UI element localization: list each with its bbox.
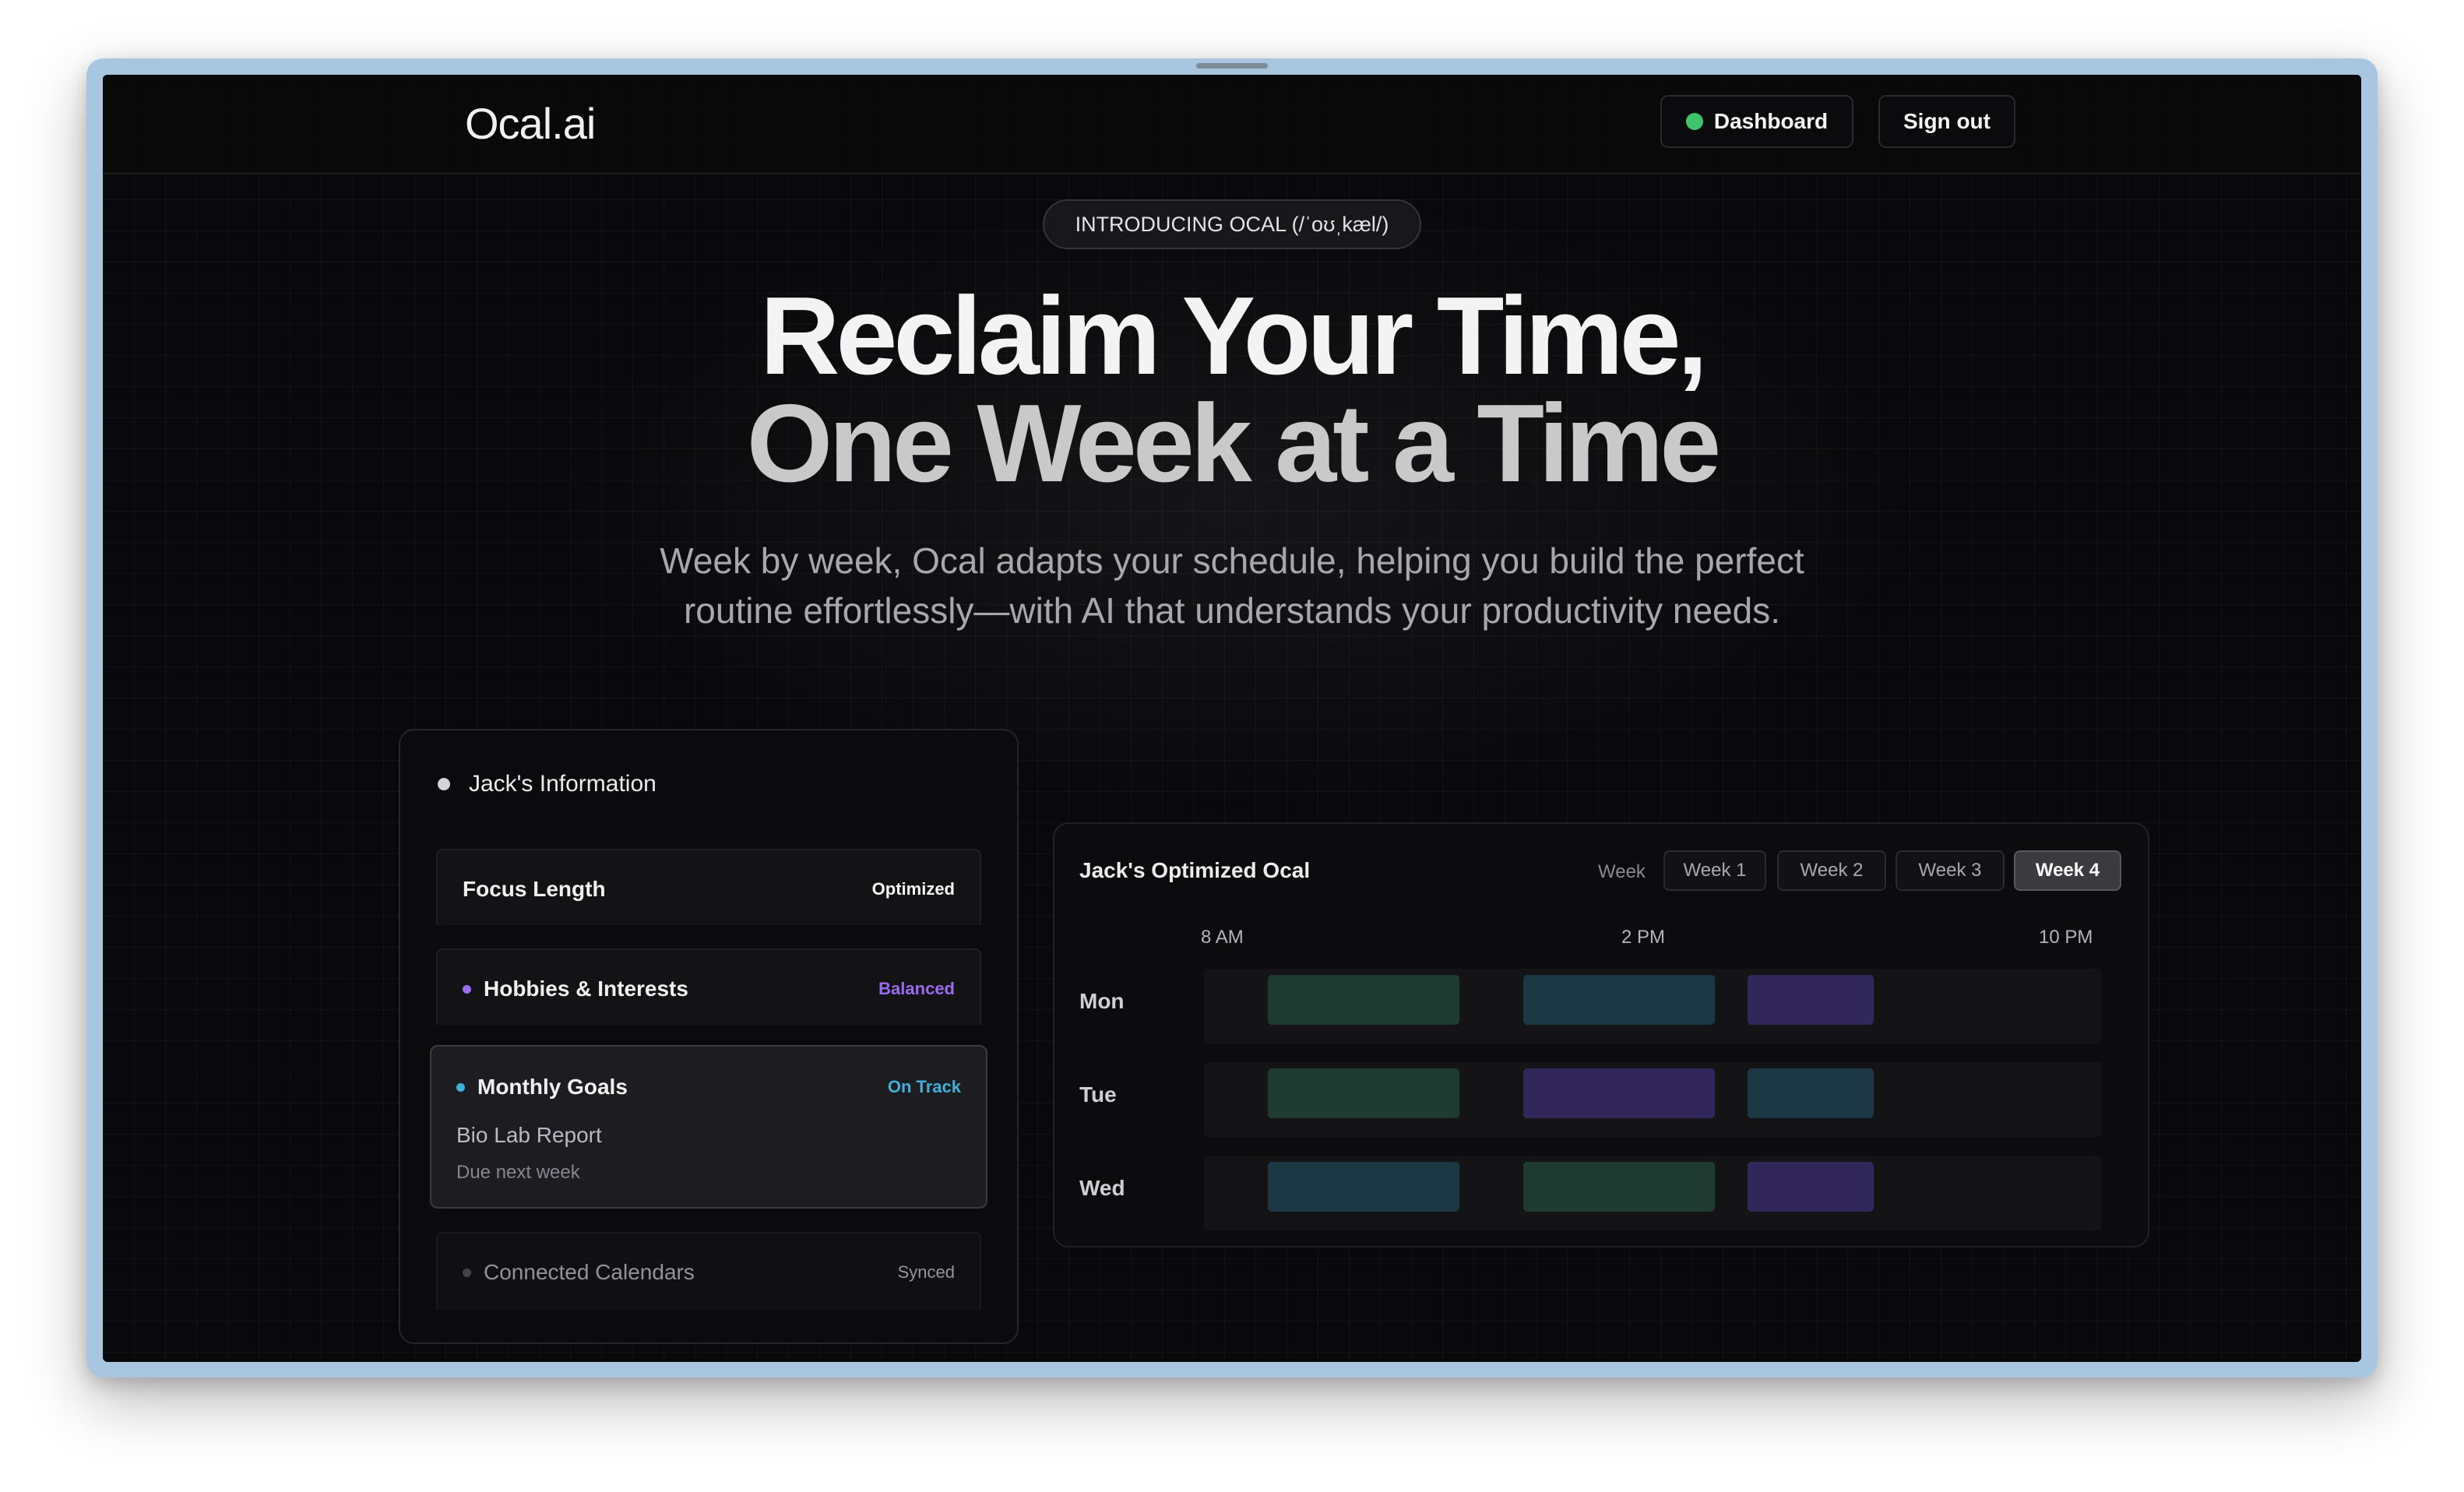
day-row-mon [1204, 969, 2101, 1043]
intro-pill: INTRODUCING OCAL (/ˈoʊˌkæl/) [1043, 199, 1421, 249]
bullet-icon [463, 984, 471, 994]
tab-week-2[interactable]: Week 2 [1777, 850, 1886, 891]
info-item-monthly-goals[interactable]: Monthly Goals On Track Bio Lab Report Du… [430, 1045, 987, 1209]
tab-week-4[interactable]: Week 4 [2014, 850, 2121, 891]
info-item-label: Focus Length [463, 877, 606, 901]
day-row-tue [1204, 1062, 2101, 1137]
event-block[interactable] [1523, 1162, 1715, 1212]
event-block[interactable] [1748, 1068, 1874, 1118]
dashboard-button-label: Dashboard [1713, 109, 1829, 133]
logo[interactable]: Ocal.ai [465, 98, 596, 149]
status-badge: Balanced [878, 979, 955, 998]
window-frame: Ocal.ai Dashboard Sign out INTRODUCING O… [86, 58, 2378, 1378]
day-label: Wed [1079, 1176, 1125, 1200]
event-block[interactable] [1748, 975, 1874, 1025]
event-block[interactable] [1268, 975, 1459, 1025]
event-block[interactable] [1748, 1162, 1874, 1212]
info-card-title: Jack's Information [469, 771, 656, 797]
day-label: Mon [1079, 989, 1125, 1013]
bullet-icon [463, 1268, 471, 1277]
sign-out-button-label: Sign out [1903, 109, 1991, 133]
time-label: 2 PM [1621, 927, 1666, 948]
event-block[interactable] [1523, 975, 1715, 1025]
time-label: 10 PM [2039, 927, 2093, 948]
week-label: Week [1598, 861, 1646, 882]
day-row-wed [1204, 1156, 2101, 1230]
event-block[interactable] [1268, 1068, 1459, 1118]
tab-week-3[interactable]: Week 3 [1896, 850, 2005, 891]
status-badge: On Track [887, 1077, 961, 1096]
sign-out-button[interactable]: Sign out [1878, 95, 2015, 148]
status-badge: Optimized [871, 879, 955, 899]
status-badge: Synced [897, 1262, 955, 1282]
goal-title: Bio Lab Report [456, 1123, 602, 1147]
info-item-hobbies[interactable]: Hobbies & Interests Balanced [436, 948, 981, 1025]
info-item-focus-length[interactable]: Focus Length Optimized [436, 849, 981, 925]
bullet-icon [456, 1082, 465, 1092]
info-item-connected-calendars[interactable]: Connected Calendars Synced [436, 1232, 981, 1310]
window-grab-handle[interactable] [1196, 63, 1268, 69]
info-item-label: Hobbies & Interests [484, 976, 688, 1001]
hero-title-line-1: Reclaim Your Time, [759, 274, 1708, 398]
time-label: 8 AM [1201, 927, 1244, 948]
info-item-label: Monthly Goals [477, 1075, 628, 1099]
info-item-label: Connected Calendars [484, 1260, 695, 1284]
info-card: Jack's Information Focus Length Optimize… [399, 729, 1019, 1344]
status-dot-icon [1685, 113, 1703, 130]
schedule-title: Jack's Optimized Ocal [1079, 858, 1311, 882]
schedule-card: Jack's Optimized Ocal Week Week 1 Week 2… [1053, 822, 2149, 1247]
dashboard-button[interactable]: Dashboard [1660, 95, 1853, 148]
bullet-icon [438, 778, 450, 790]
event-block[interactable] [1523, 1068, 1715, 1118]
event-block[interactable] [1268, 1162, 1459, 1212]
goal-due-date: Due next week [456, 1162, 580, 1183]
info-card-header: Jack's Information [438, 771, 656, 797]
app-screen: Ocal.ai Dashboard Sign out INTRODUCING O… [103, 75, 2361, 1362]
hero-subtitle: Week by week, Ocal adapts your schedule,… [660, 540, 1804, 631]
top-nav: Ocal.ai Dashboard Sign out [103, 75, 2361, 174]
day-label: Tue [1079, 1082, 1117, 1107]
tab-week-1[interactable]: Week 1 [1663, 850, 1766, 891]
hero-title-line-2: One Week at a Time [746, 382, 1721, 505]
